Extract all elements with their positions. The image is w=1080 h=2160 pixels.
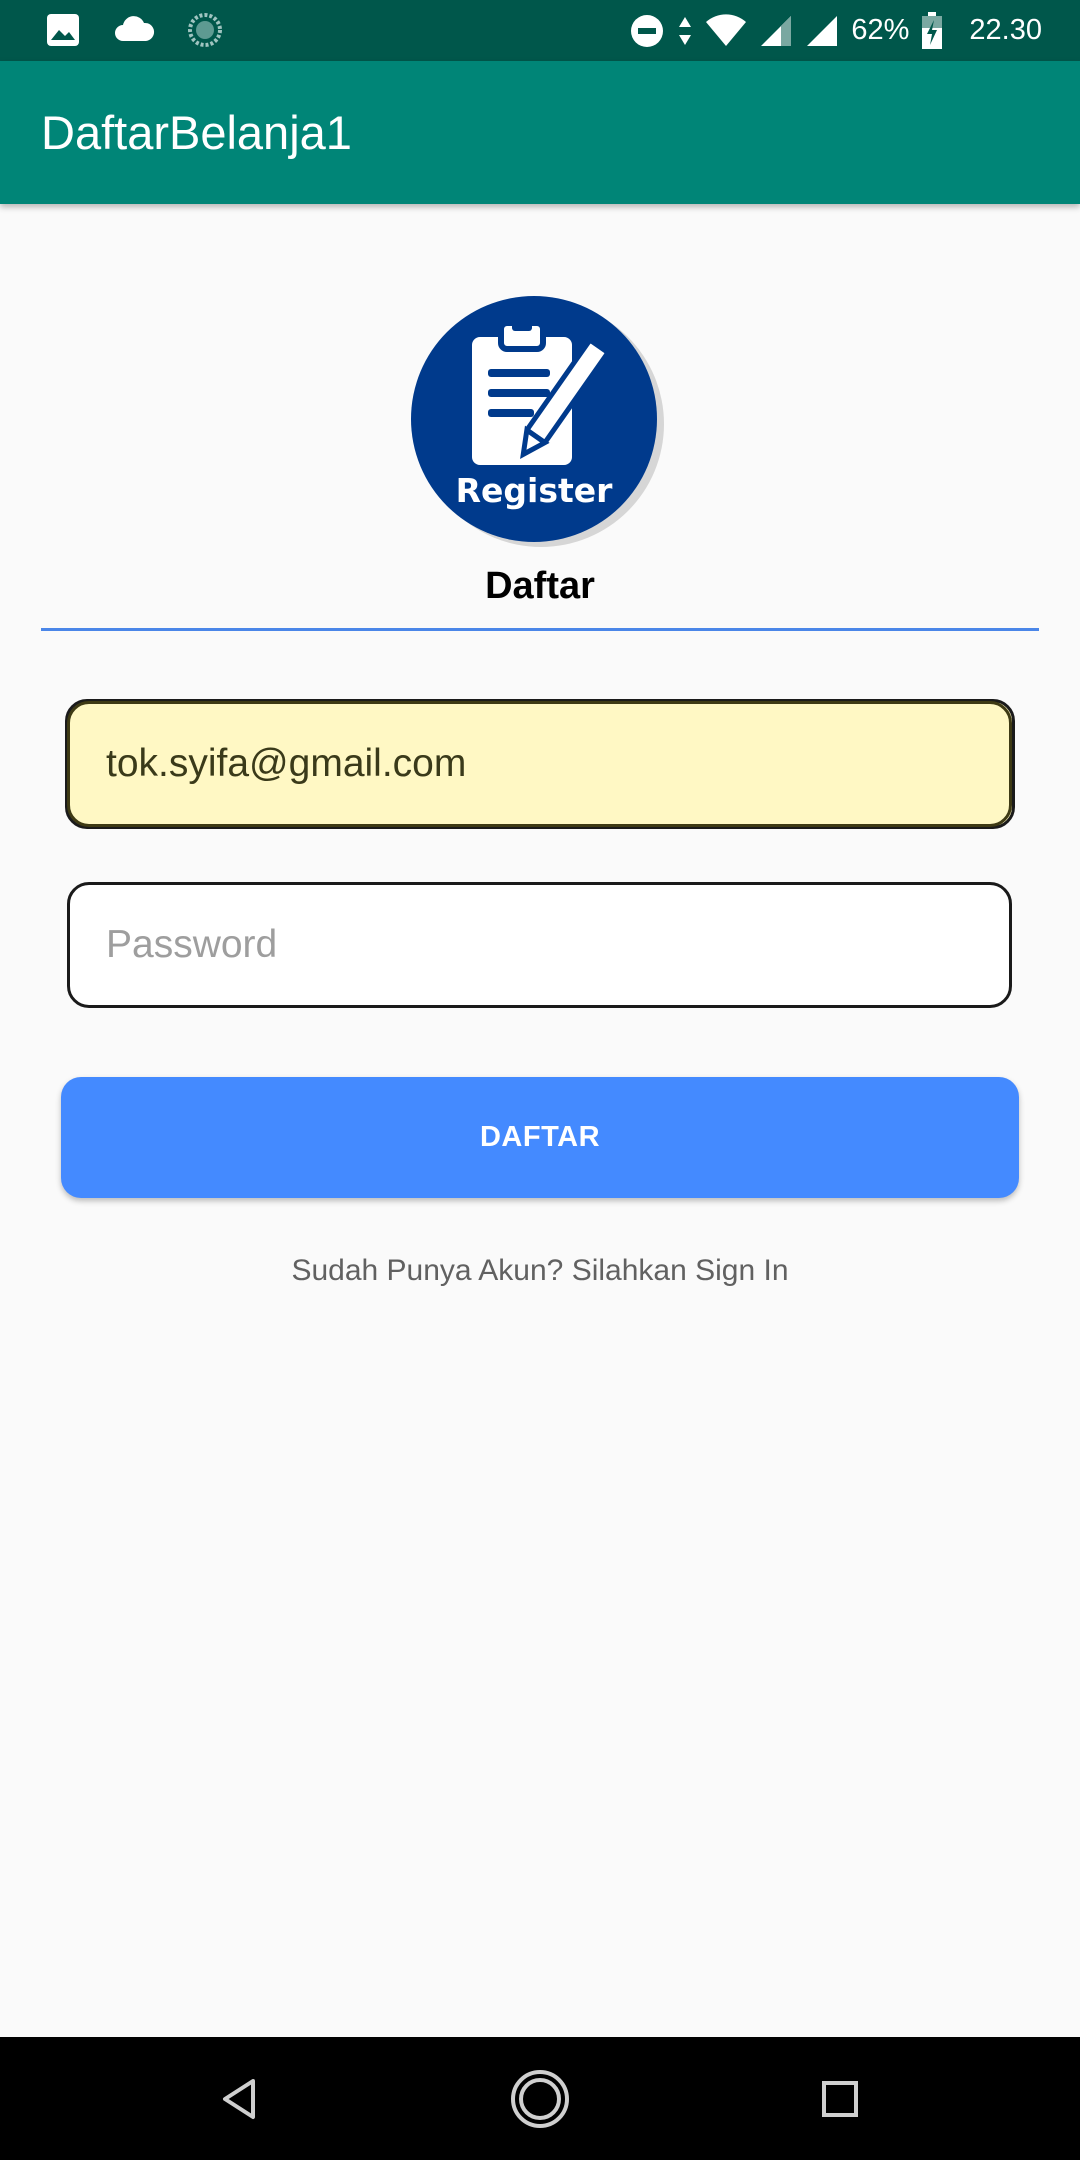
daftar-button[interactable]: DAFTAR [61, 1077, 1019, 1198]
data-arrows-icon [677, 13, 693, 49]
app-bar: DaftarBelanja1 [0, 61, 1080, 204]
daftar-button-label: DAFTAR [479, 1121, 601, 1153]
signin-link[interactable]: Sudah Punya Akun? Silahkan Sign In [0, 1254, 1080, 1288]
logo-caption: Register [455, 471, 613, 510]
navigation-bar [0, 2037, 1080, 2160]
battery-charging-icon [921, 11, 943, 50]
clock: 22.30 [969, 14, 1042, 46]
heading-divider [41, 628, 1039, 631]
register-logo: Register [408, 293, 672, 549]
email-value: tok.syifa@gmail.com [106, 742, 467, 785]
home-icon[interactable] [508, 2067, 572, 2131]
signal-icon [759, 14, 793, 48]
battery-percent: 62% [851, 14, 910, 46]
form-heading: Daftar [485, 565, 595, 607]
status-bar: 62% 22.30 [0, 0, 1080, 61]
app-title: DaftarBelanja1 [41, 106, 352, 159]
register-screen: 62% 22.30 DaftarBelanja1 Register Daftar… [0, 0, 1080, 2160]
password-placeholder: Password [106, 923, 278, 966]
cloud-icon [113, 15, 155, 45]
email-field[interactable]: tok.syifa@gmail.com [67, 701, 1012, 827]
wifi-icon [705, 13, 747, 48]
password-field[interactable]: Password [67, 882, 1012, 1008]
signal-icon [805, 14, 839, 48]
sync-icon [187, 12, 223, 48]
image-icon [45, 12, 81, 48]
do-not-disturb-icon [629, 13, 665, 49]
back-icon[interactable] [207, 2067, 271, 2131]
recent-apps-icon[interactable] [808, 2067, 872, 2131]
clipboard-pencil-icon [411, 296, 664, 547]
